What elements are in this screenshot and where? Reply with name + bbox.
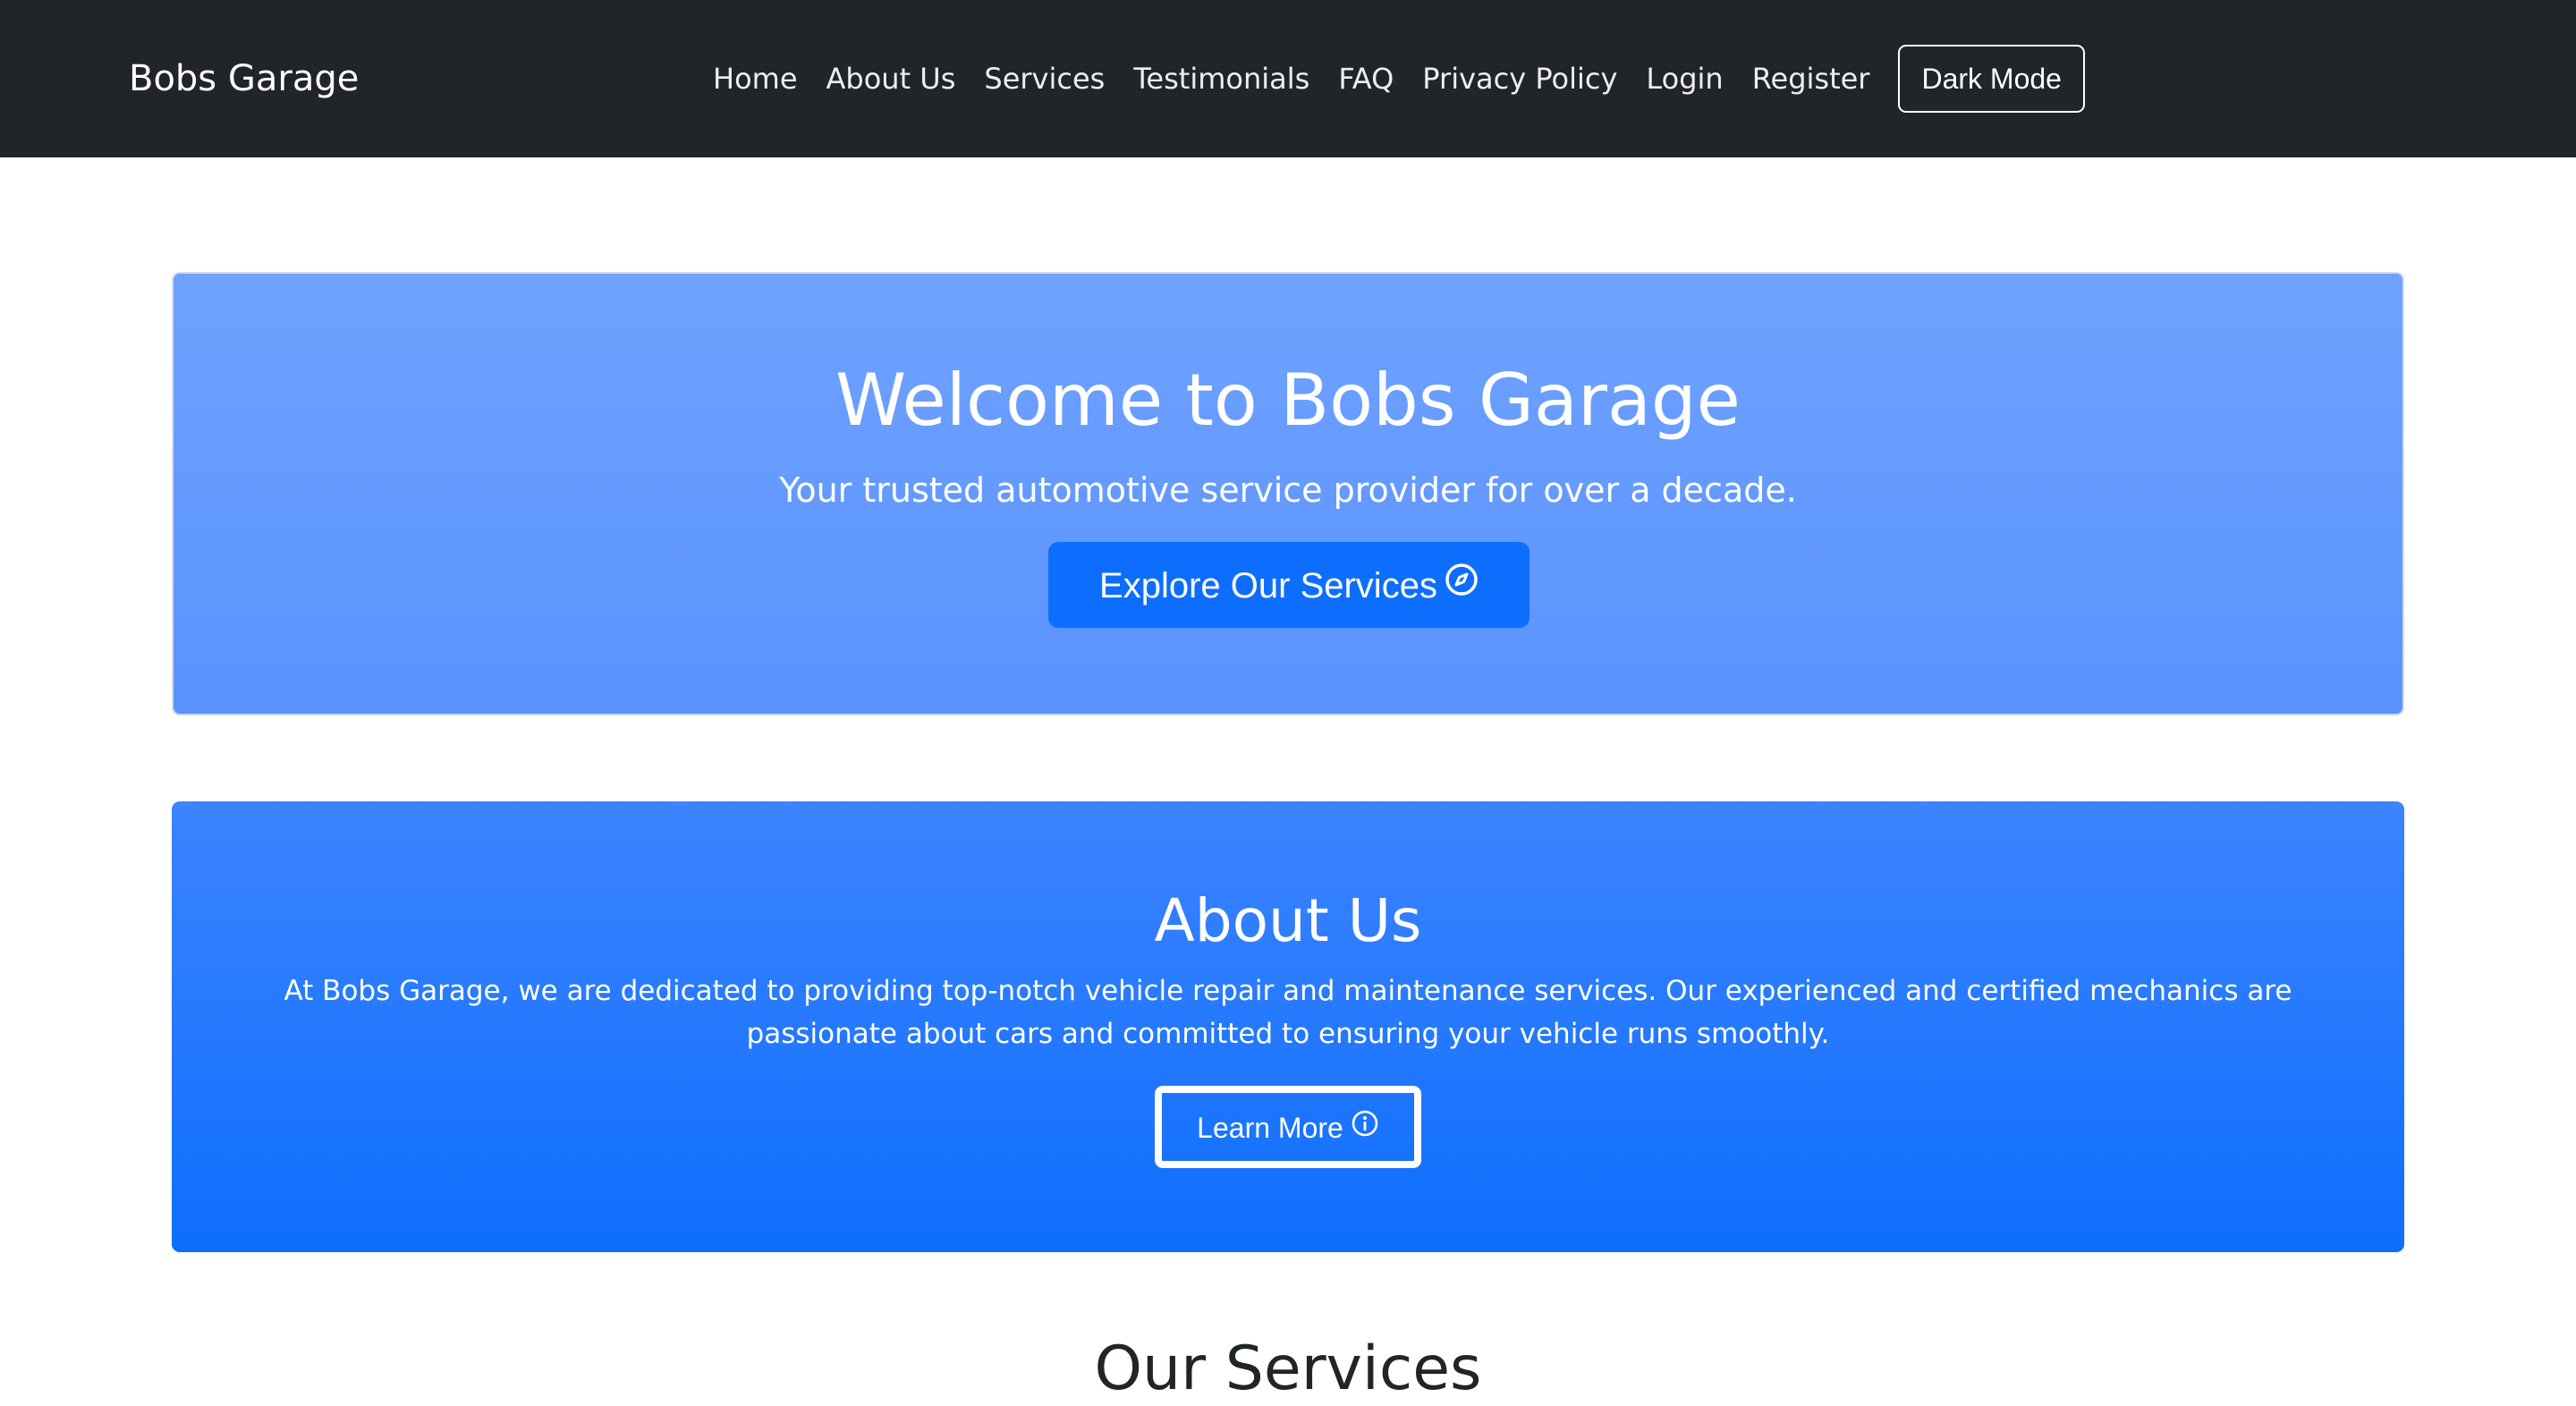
nav-link-testimonials[interactable]: Testimonials [1119, 47, 1324, 111]
nav-link-faq[interactable]: FAQ [1324, 47, 1408, 111]
brand-link[interactable]: Bobs Garage [129, 52, 359, 106]
nav-link-home[interactable]: Home [700, 47, 812, 111]
hero-subtitle: Your trusted automotive service provider… [779, 470, 1797, 510]
hero-title: Welcome to Bobs Garage [835, 359, 1741, 442]
compass-icon [1445, 542, 1479, 628]
nav-link-about-us[interactable]: About Us [812, 47, 970, 111]
learn-more-label: Learn More [1197, 1112, 1343, 1144]
about-section: About Us At Bobs Garage, we are dedicate… [172, 801, 2404, 1252]
navbar: Bobs Garage Home About Us Services Testi… [0, 0, 2576, 157]
info-circle-icon [1351, 1094, 1379, 1162]
explore-services-button[interactable]: Explore Our Services [1048, 542, 1530, 628]
about-text: At Bobs Garage, we are dedicated to prov… [284, 975, 2292, 1050]
dark-mode-button[interactable]: Dark Mode [1898, 45, 2085, 113]
about-title: About Us [1154, 886, 1422, 955]
hero-section: Welcome to Bobs Garage Your trusted auto… [172, 272, 2404, 716]
services-heading: Our Services [1094, 1334, 1482, 1404]
learn-more-button[interactable]: Learn More [1155, 1086, 1421, 1168]
nav-link-services[interactable]: Services [970, 47, 1119, 111]
nav-link-login[interactable]: Login [1631, 47, 1737, 111]
nav-links: Home About Us Services Testimonials FAQ … [700, 45, 2085, 113]
explore-services-label: Explore Our Services [1099, 566, 1437, 606]
nav-link-privacy-policy[interactable]: Privacy Policy [1408, 47, 1631, 111]
nav-link-register[interactable]: Register [1738, 47, 1885, 111]
